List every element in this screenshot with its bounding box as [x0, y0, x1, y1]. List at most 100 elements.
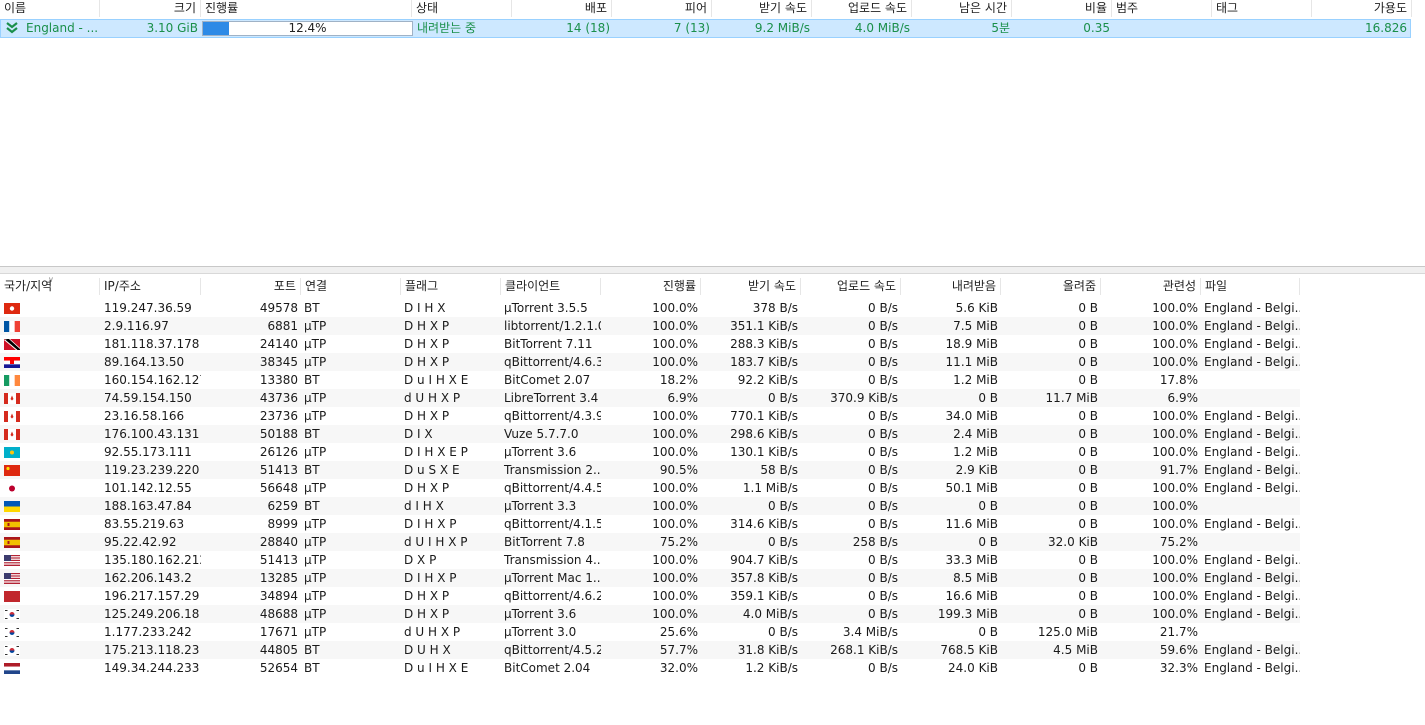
peer-uploaded: 0 B: [1078, 499, 1098, 513]
peer-downloaded: 34.0 MiB: [945, 409, 998, 423]
peer-up-speed: 0 B/s: [868, 607, 898, 621]
column-header-category[interactable]: 범주: [1112, 0, 1212, 17]
torrent-ratio: 0.35: [1083, 21, 1110, 35]
peer-uploaded: 11.7 MiB: [1045, 391, 1098, 405]
peer-relevance: 75.2%: [1159, 535, 1198, 549]
torrent-row[interactable]: England - ... 3.10 GiB 12.4% 내려받는 중 14 (…: [0, 19, 1411, 38]
column-header-ip[interactable]: IP/주소: [100, 278, 201, 295]
peer-uploaded: 0 B: [1078, 589, 1098, 603]
peer-row[interactable]: 160.154.162.127 13380 BT D u I H X E BitCome…: [0, 371, 1300, 389]
peer-row[interactable]: 2.9.116.97 6881 µTP D H X P libtorrent/1.2.1…: [0, 317, 1300, 335]
column-header-progress[interactable]: 진행률: [201, 0, 412, 17]
peer-ip: 1.177.233.242: [104, 625, 192, 639]
peer-client: BitTorrent 7.11: [504, 337, 593, 351]
peer-up-speed: 258 B/s: [852, 535, 898, 549]
peer-row[interactable]: 188.163.47.84 6259 BT d I H X µTorrent 3.3 10…: [0, 497, 1300, 515]
country-flag-icon: [4, 537, 20, 548]
peer-down-speed: 770.1 KiB/s: [730, 409, 798, 423]
peer-downloaded: 0 B: [978, 625, 998, 639]
peer-row[interactable]: 95.22.42.92 28840 µTP d U I H X P BitTorrent…: [0, 533, 1300, 551]
peer-files: England - Belgi...: [1204, 463, 1300, 477]
peer-down-speed: 0 B/s: [768, 625, 798, 639]
peer-up-speed: 0 B/s: [868, 661, 898, 675]
country-flag-icon: [4, 357, 20, 368]
peer-row[interactable]: 119.247.36.59 49578 BT D I H X µTorrent 3.5.…: [0, 299, 1300, 317]
peer-row[interactable]: 149.34.244.233 52654 BT D u I H X E BitComet…: [0, 659, 1300, 677]
column-header-size[interactable]: 크기: [100, 0, 201, 17]
column-header-ratio[interactable]: 비율: [1012, 0, 1112, 17]
country-flag-icon: [4, 627, 20, 638]
peer-relevance: 100.0%: [1152, 589, 1198, 603]
peer-up-speed: 0 B/s: [868, 445, 898, 459]
column-header-peer-progress[interactable]: 진행률: [601, 278, 701, 295]
peer-row[interactable]: 119.23.239.220 51413 BT D u S X E Transmissi…: [0, 461, 1300, 479]
panel-splitter[interactable]: [0, 266, 1425, 274]
peer-relevance: 100.0%: [1152, 499, 1198, 513]
peer-ip: 162.206.143.2: [104, 571, 192, 585]
peer-row[interactable]: 101.142.12.55 56648 µTP D H X P qBittorrent/…: [0, 479, 1300, 497]
column-header-relevance[interactable]: 관련성: [1101, 278, 1201, 295]
peer-row[interactable]: 196.217.157.29 34894 µTP D H X P qBittorrent…: [0, 587, 1300, 605]
peer-row[interactable]: 135.180.162.212 51413 µTP D X P Transmission…: [0, 551, 1300, 569]
peer-files: England - Belgi...: [1204, 337, 1300, 351]
peer-row[interactable]: 162.206.143.2 13285 µTP D I H X P µTorrent M…: [0, 569, 1300, 587]
peer-uploaded: 0 B: [1078, 463, 1098, 477]
peer-files: England - Belgi...: [1204, 445, 1300, 459]
peer-row[interactable]: 83.55.219.63 8999 µTP D I H X P qBittorrent/…: [0, 515, 1300, 533]
column-header-up-speed[interactable]: 업로드 속도: [812, 0, 912, 17]
torrent-list-scrollbar[interactable]: [1412, 0, 1425, 266]
peer-ip: 181.118.37.178: [104, 337, 200, 351]
column-header-seeds[interactable]: 배포: [512, 0, 612, 17]
column-header-country[interactable]: 국가/지역: [0, 278, 100, 295]
column-header-name[interactable]: 이름: [0, 0, 100, 17]
peer-down-speed: 357.8 KiB/s: [730, 571, 798, 585]
peer-uploaded: 32.0 KiB: [1048, 535, 1098, 549]
peer-row[interactable]: 181.118.37.178 24140 µTP D H X P BitTorrent …: [0, 335, 1300, 353]
column-header-status[interactable]: 상태: [412, 0, 512, 17]
column-header-flags[interactable]: 플래그: [401, 278, 501, 295]
column-header-tags[interactable]: 태그: [1212, 0, 1312, 17]
peer-down-speed: 130.1 KiB/s: [730, 445, 798, 459]
peer-row[interactable]: 74.59.154.150 43736 µTP d U H X P LibreTorre…: [0, 389, 1300, 407]
column-header-downloaded[interactable]: 내려받음: [901, 278, 1001, 295]
column-header-down-speed[interactable]: 받기 속도: [712, 0, 812, 17]
peer-files: [1201, 389, 1300, 407]
peer-row[interactable]: 175.213.118.23 44805 BT D U H X qBittorrent/…: [0, 641, 1300, 659]
column-header-peer-up-speed[interactable]: 업로드 속도: [801, 278, 901, 295]
peer-row[interactable]: 92.55.173.111 26126 µTP D I H X E P µTorrent…: [0, 443, 1300, 461]
peer-uploaded: 125.0 MiB: [1037, 625, 1098, 639]
peer-ip: 95.22.42.92: [104, 535, 177, 549]
peer-row[interactable]: 1.177.233.242 17671 µTP d U H X P µTorrent 3…: [0, 623, 1300, 641]
peer-client: BitTorrent 7.8: [504, 535, 585, 549]
peer-ip: 74.59.154.150: [104, 391, 192, 405]
column-header-uploaded[interactable]: 올려줌: [1001, 278, 1101, 295]
peer-flags: d I H X: [404, 499, 444, 513]
column-header-eta[interactable]: 남은 시간: [912, 0, 1012, 17]
peer-client: µTorrent 3.5.5: [504, 301, 588, 315]
peer-down-speed: 298.6 KiB/s: [730, 427, 798, 441]
column-header-port[interactable]: 포트: [201, 278, 301, 295]
torrent-size: 3.10 GiB: [146, 21, 198, 35]
peer-port: 38345: [259, 355, 298, 369]
peer-uploaded: 0 B: [1078, 607, 1098, 621]
peer-client: µTorrent 3.3: [504, 499, 577, 513]
column-header-availability[interactable]: 가용도: [1312, 0, 1412, 17]
column-header-files[interactable]: 파일: [1201, 278, 1300, 295]
peer-ip: 160.154.162.127: [104, 373, 201, 387]
column-header-client[interactable]: 클라이언트: [501, 278, 601, 295]
peer-ip: 101.142.12.55: [104, 481, 192, 495]
peer-relevance: 100.0%: [1152, 571, 1198, 585]
peer-downloaded: 2.9 KiB: [955, 463, 998, 477]
peer-files: England - Belgi...: [1204, 427, 1300, 441]
peer-files: [1201, 623, 1300, 641]
peer-files: England - Belgi...: [1204, 301, 1300, 315]
column-header-connection[interactable]: 연결: [301, 278, 401, 295]
peer-row[interactable]: 23.16.58.166 23736 µTP D H X P qBittorrent/4…: [0, 407, 1300, 425]
peer-downloaded: 18.9 MiB: [945, 337, 998, 351]
peer-row[interactable]: 176.100.43.131 50188 BT D I X Vuze 5.7.7.0 10…: [0, 425, 1300, 443]
column-header-peer-down-speed[interactable]: 받기 속도: [701, 278, 801, 295]
peer-row[interactable]: 89.164.13.50 38345 µTP D H X P qBittorrent/4…: [0, 353, 1300, 371]
column-header-peers[interactable]: 피어: [612, 0, 712, 17]
peer-port: 6259: [267, 499, 298, 513]
peer-row[interactable]: 125.249.206.18 48688 µTP D H X P µTorrent 3.…: [0, 605, 1300, 623]
